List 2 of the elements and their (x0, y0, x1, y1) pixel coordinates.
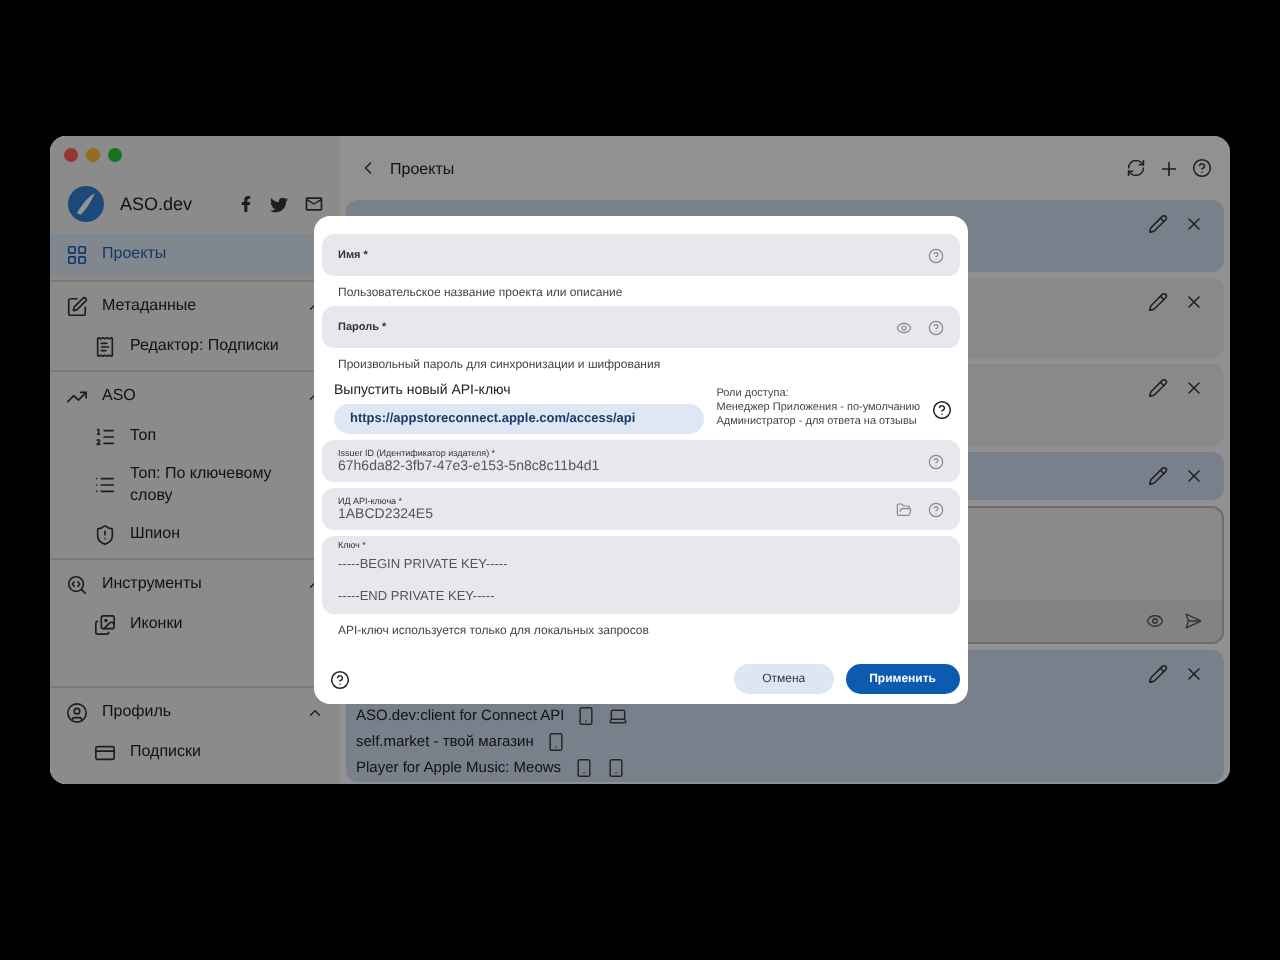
page-title: Проекты (390, 159, 457, 177)
brand-name: ASO.dev (120, 194, 195, 214)
